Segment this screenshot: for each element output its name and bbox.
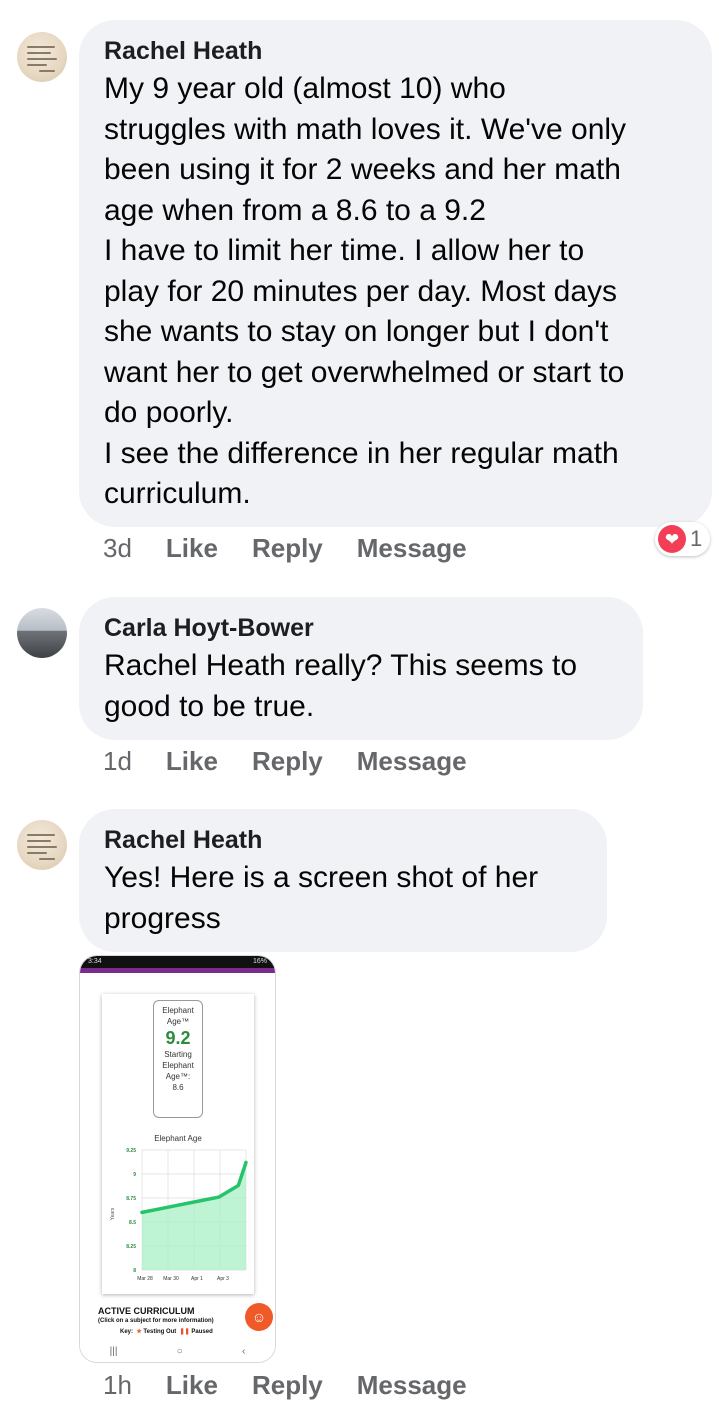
data-point <box>198 1200 201 1202</box>
status-bar: 3:34 16% <box>80 956 275 968</box>
active-curriculum-title: ACTIVE CURRICULUM <box>98 1306 195 1316</box>
x-tick-label: Mar 28 <box>137 1276 153 1282</box>
heart-icon: ❤ <box>658 525 686 553</box>
message-button[interactable]: Message <box>357 1370 467 1401</box>
data-point <box>160 1207 163 1210</box>
age-box: Elephant Age™ 9.2 Starting Elephant Age™… <box>153 1000 203 1118</box>
chat-icon[interactable]: ☺ <box>245 1303 273 1331</box>
y-tick-label: 9 <box>133 1172 136 1178</box>
home-icon[interactable]: ○ <box>177 1346 183 1357</box>
y-tick-label: 9.25 <box>126 1148 136 1154</box>
app-header-bar <box>80 968 275 973</box>
comment-bubble: Rachel Heath Yes! Here is a screen shot … <box>79 809 607 952</box>
comment-text: Rachel Heath really? This seems to good … <box>104 649 577 723</box>
avatar[interactable] <box>17 608 67 658</box>
comment-timestamp[interactable]: 1h <box>103 1370 132 1401</box>
attached-screenshot[interactable]: 3:34 16% Elephant Age™ 9.2 Starting Elep… <box>79 955 276 1363</box>
y-tick-label: 8.75 <box>126 1196 136 1202</box>
progress-card: Elephant Age™ 9.2 Starting Elephant Age™… <box>102 994 254 1294</box>
message-button[interactable]: Message <box>357 533 467 564</box>
starting-age-label: Starting Elephant Age™: <box>162 1050 194 1081</box>
data-point <box>141 1211 143 1214</box>
comment-timestamp[interactable]: 3d <box>103 533 132 564</box>
reply-button[interactable]: Reply <box>252 533 323 564</box>
star-icon: ★ <box>136 1329 142 1335</box>
avatar[interactable] <box>17 32 67 82</box>
android-nav-bar: ||| ○ ‹ <box>80 1340 275 1362</box>
comment-bubble: Carla Hoyt-Bower Rachel Heath really? Th… <box>79 597 643 740</box>
comment-actions: 3d Like Reply Message <box>103 531 467 565</box>
recents-icon[interactable]: ||| <box>110 1346 118 1357</box>
age-value: 9.2 <box>165 1028 191 1048</box>
comment-author[interactable]: Rachel Heath <box>104 825 581 855</box>
x-tick-label: Mar 30 <box>163 1276 179 1282</box>
pause-icon: ❚❚ <box>179 1329 190 1335</box>
comment-author[interactable]: Rachel Heath <box>104 36 686 66</box>
curriculum-key: Key: ★ Testing Out ❚❚ Paused <box>120 1328 213 1335</box>
like-button[interactable]: Like <box>166 533 218 564</box>
key-testing-out: Testing Out <box>143 1329 177 1335</box>
data-point <box>237 1184 240 1187</box>
starting-age-value: 8.6 <box>172 1083 184 1092</box>
data-point <box>218 1196 220 1198</box>
y-tick-label: 8.5 <box>129 1220 136 1226</box>
message-button[interactable]: Message <box>357 746 467 777</box>
age-label: Elephant Age™ <box>162 1006 194 1026</box>
avatar[interactable] <box>17 820 67 870</box>
x-tick-label: Apr 1 <box>191 1276 203 1282</box>
reaction-count: 1 <box>690 526 703 551</box>
y-axis-label: Years <box>110 1207 116 1220</box>
x-tick-label: Apr 3 <box>217 1276 229 1282</box>
elephant-age-chart: 9.25 9 8.75 8.5 8.25 8Mar 28 Mar 30 Apr 1 Apr 3 Y… <box>110 1148 248 1282</box>
data-point <box>179 1203 182 1206</box>
comment-actions: 1d Like Reply Message <box>103 744 467 778</box>
back-icon[interactable]: ‹ <box>242 1346 245 1357</box>
reply-button[interactable]: Reply <box>252 1370 323 1401</box>
y-tick-label: 8 <box>133 1268 136 1274</box>
status-time: 3:34 <box>88 958 102 965</box>
key-label: Key: <box>120 1329 134 1335</box>
y-tick-label: 8.25 <box>126 1244 136 1250</box>
comment-actions: 1h Like Reply Message <box>103 1368 467 1402</box>
like-button[interactable]: Like <box>166 746 218 777</box>
data-point <box>245 1161 247 1164</box>
reply-button[interactable]: Reply <box>252 746 323 777</box>
comment-bubble: Rachel Heath My 9 year old (almost 10) w… <box>79 20 712 527</box>
active-curriculum-subtitle: (Click on a subject for more information… <box>98 1318 214 1324</box>
like-button[interactable]: Like <box>166 1370 218 1401</box>
status-battery: 16% <box>252 958 267 965</box>
key-paused: Paused <box>191 1329 213 1335</box>
comment-text: My 9 year old (almost 10) who struggles … <box>104 72 627 510</box>
reaction-badge[interactable]: ❤ 1 <box>655 522 711 556</box>
comment-text: Yes! Here is a screen shot of her progre… <box>104 861 539 935</box>
comment-timestamp[interactable]: 1d <box>103 746 132 777</box>
chart-title: Elephant Age <box>154 1134 202 1143</box>
comment-author[interactable]: Carla Hoyt-Bower <box>104 613 617 643</box>
